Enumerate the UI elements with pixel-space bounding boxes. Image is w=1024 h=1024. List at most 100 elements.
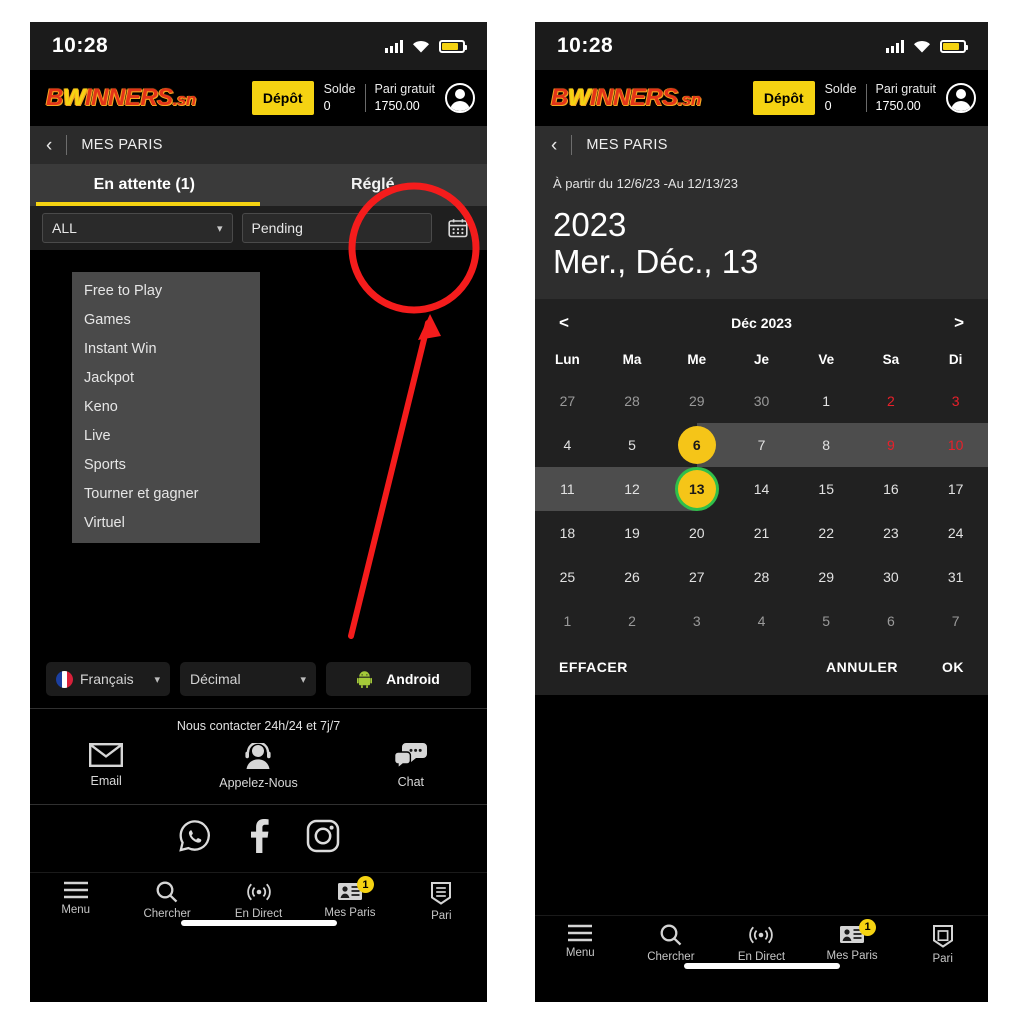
nav-menu[interactable]: Menu	[30, 881, 121, 922]
ok-button[interactable]: OK	[942, 659, 964, 675]
calendar-day[interactable]: 27	[664, 555, 729, 599]
calendar-day-number: 7	[757, 436, 766, 453]
calendar-day[interactable]: 13	[664, 466, 729, 511]
tab-settled[interactable]: Réglé	[259, 164, 488, 206]
nav-mybets[interactable]: 1 Mes Paris	[807, 918, 898, 965]
contact-call[interactable]: Appelez-Nous	[182, 743, 334, 790]
envelope-icon	[89, 743, 124, 767]
prev-month-button[interactable]: <	[559, 313, 569, 333]
odds-format-select[interactable]: Décimal ▾	[180, 662, 316, 696]
deposit-button[interactable]: Dépôt	[752, 81, 815, 115]
back-chevron-icon[interactable]: ‹	[551, 136, 557, 155]
dropdown-option[interactable]: Sports	[72, 450, 260, 479]
calendar-day[interactable]: 18	[535, 511, 600, 555]
language-select[interactable]: Français ▾	[46, 662, 170, 696]
nav-live[interactable]: En Direct	[213, 881, 304, 922]
calendar-day[interactable]: 5	[600, 423, 665, 467]
dropdown-option[interactable]: Virtuel	[72, 508, 260, 537]
calendar-day[interactable]: 27	[535, 379, 600, 423]
calendar-day[interactable]: 30	[859, 555, 924, 599]
bwinners-logo[interactable]: BWINNERS.sn	[551, 84, 701, 112]
nav-live[interactable]: En Direct	[716, 924, 807, 965]
cancel-button[interactable]: ANNULER	[826, 659, 898, 675]
calendar-day[interactable]: 4	[535, 423, 600, 467]
avatar[interactable]	[946, 83, 976, 113]
calendar-day[interactable]: 2	[600, 599, 665, 643]
platform-button[interactable]: Android	[326, 662, 471, 696]
dropdown-option[interactable]: Live	[72, 421, 260, 450]
nav-bet[interactable]: Pari	[396, 881, 487, 922]
calendar-day[interactable]: 14	[729, 467, 794, 511]
back-chevron-icon[interactable]: ‹	[46, 136, 52, 155]
calendar-day[interactable]: 5	[794, 599, 859, 643]
calendar-day[interactable]: 24	[923, 511, 988, 555]
balance-area[interactable]: Solde 0 Pari gratuit 1750.00	[825, 81, 936, 115]
facebook-icon[interactable]	[248, 819, 270, 858]
calendar-day[interactable]: 8	[793, 422, 859, 467]
instagram-icon[interactable]	[306, 819, 340, 858]
calendar-day[interactable]: 6	[664, 422, 730, 467]
calendar-day[interactable]: 2	[859, 379, 924, 423]
calendar-day[interactable]: 12	[599, 466, 665, 511]
balance-area[interactable]: Solde 0 Pari gratuit 1750.00	[324, 81, 435, 115]
nav-search[interactable]: Chercher	[121, 881, 212, 922]
calendar-day[interactable]: 23	[859, 511, 924, 555]
calendar-day[interactable]: 11	[535, 466, 600, 511]
tab-pending[interactable]: En attente (1)	[30, 164, 259, 206]
calendar-day[interactable]: 3	[664, 599, 729, 643]
gesture-bar[interactable]	[683, 962, 840, 969]
calendar-day[interactable]: 28	[729, 555, 794, 599]
dropdown-option[interactable]: Tourner et gagner	[72, 479, 260, 508]
calendar-day[interactable]: 3	[923, 379, 988, 423]
calendar-day[interactable]: 26	[600, 555, 665, 599]
picker-date[interactable]: Mer., Déc., 13	[535, 243, 988, 281]
calendar-day[interactable]: 22	[794, 511, 859, 555]
calendar-day[interactable]: 16	[859, 467, 924, 511]
calendar: < Déc 2023 > Lun Ma Me Je Ve Sa Di 27 28 29 30 1 2 3…	[535, 298, 988, 695]
calendar-day[interactable]: 29	[794, 555, 859, 599]
calendar-day[interactable]: 28	[600, 379, 665, 423]
nav-mybets[interactable]: 1 Mes Paris	[304, 876, 395, 922]
calendar-day[interactable]: 7	[729, 422, 794, 467]
dropdown-option[interactable]: Free to Play	[72, 276, 260, 305]
calendar-day[interactable]: 15	[794, 467, 859, 511]
clear-button[interactable]: EFFACER	[559, 659, 628, 675]
status-input[interactable]: Pending	[241, 213, 432, 243]
calendar-day[interactable]: 25	[535, 555, 600, 599]
deposit-button[interactable]: Dépôt	[251, 81, 314, 115]
bwinners-logo[interactable]: BWINNERS.sn	[46, 84, 196, 112]
dropdown-option[interactable]: Instant Win	[72, 334, 260, 363]
calendar-day[interactable]: 4	[729, 599, 794, 643]
nav-search[interactable]: Chercher	[626, 924, 717, 965]
calendar-day[interactable]: 10	[923, 422, 988, 467]
gesture-bar[interactable]	[180, 920, 337, 926]
calendar-day[interactable]: 17	[923, 467, 988, 511]
calendar-day[interactable]: 29	[664, 379, 729, 423]
contact-email[interactable]: Email	[30, 743, 182, 790]
nav-menu[interactable]: Menu	[535, 924, 626, 965]
next-month-button[interactable]: >	[954, 313, 964, 333]
avatar[interactable]	[445, 83, 475, 113]
nav-bet[interactable]: Pari	[897, 924, 988, 965]
calendar-day[interactable]: 9	[858, 422, 924, 467]
calendar-day[interactable]: 21	[729, 511, 794, 555]
whatsapp-icon[interactable]	[178, 819, 212, 858]
contact-chat-label: Chat	[397, 775, 425, 789]
dropdown-option[interactable]: Jackpot	[72, 363, 260, 392]
calendar-day[interactable]: 1	[794, 379, 859, 423]
dropdown-option[interactable]: Games	[72, 305, 260, 334]
contact-chat[interactable]: Chat	[335, 743, 487, 790]
category-dropdown-menu[interactable]: Free to Play Games Instant Win Jackpot Keno L…	[72, 272, 260, 543]
calendar-day[interactable]: 6	[859, 599, 924, 643]
calendar-icon-button[interactable]	[441, 213, 475, 243]
calendar-day[interactable]: 31	[923, 555, 988, 599]
calendar-day[interactable]: 1	[535, 599, 600, 643]
picker-year[interactable]: 2023	[535, 191, 988, 244]
calendar-day[interactable]: 30	[729, 379, 794, 423]
dropdown-option[interactable]: Keno	[72, 392, 260, 421]
category-select[interactable]: ALL ▾	[42, 213, 233, 243]
calendar-day[interactable]: 20	[664, 511, 729, 555]
calendar-day[interactable]: 7	[923, 599, 988, 643]
calendar-day[interactable]: 19	[600, 511, 665, 555]
filter-row: ALL ▾ Pending	[30, 206, 487, 250]
